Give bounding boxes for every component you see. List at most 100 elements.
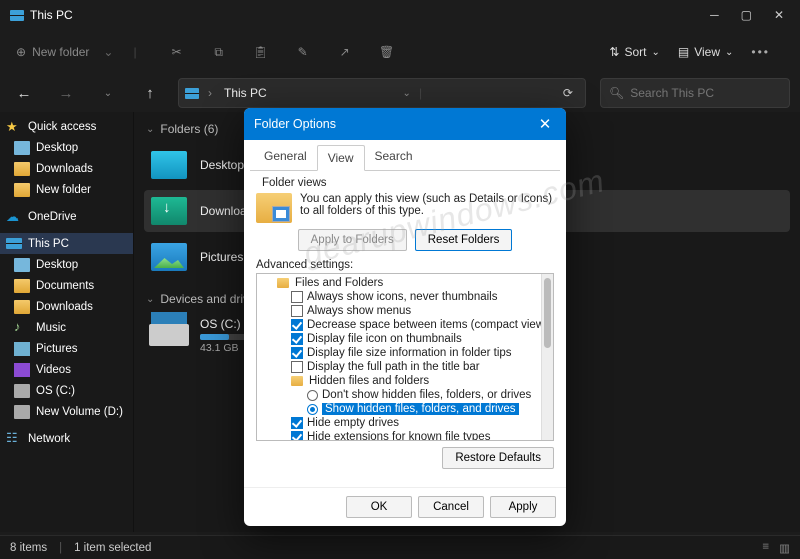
radio[interactable] (307, 390, 318, 401)
rename-icon[interactable]: ✎ (295, 44, 311, 60)
tab-view[interactable]: View (317, 145, 365, 171)
apply-button[interactable]: Apply (490, 496, 556, 518)
sidebar-item-downloads[interactable]: Downloads (0, 296, 133, 317)
checkbox[interactable] (291, 431, 303, 441)
details-view-icon[interactable]: ≡ (762, 541, 769, 555)
tree-label: Decrease space between items (compact vi… (307, 319, 548, 331)
address-bar[interactable]: › This PC ⌄ | ⟳ (178, 78, 586, 108)
maximize-icon[interactable]: ▢ (741, 8, 752, 22)
view-icon: ▤ (678, 45, 689, 59)
checkbox[interactable] (291, 417, 303, 429)
back-icon[interactable]: ← (10, 85, 38, 102)
tree-label: Always show menus (307, 305, 411, 317)
refresh-icon[interactable]: ⟳ (557, 86, 579, 100)
sidebar-item-label: New folder (36, 184, 91, 196)
checkbox[interactable] (291, 361, 303, 373)
sort-button[interactable]: ⇅ Sort ⌄ (609, 45, 659, 59)
search-input[interactable] (630, 86, 781, 100)
sidebar-item-this-pc[interactable]: This PC (0, 233, 133, 254)
sidebar-item-pictures[interactable]: Pictures (0, 338, 133, 359)
sidebar-item-drive-d[interactable]: New Volume (D:) (0, 401, 133, 422)
sidebar-item-label: Desktop (36, 142, 78, 154)
checkbox[interactable] (291, 305, 303, 317)
checkbox[interactable] (291, 291, 303, 303)
onedrive-icon: ☁ (6, 210, 22, 224)
forward-icon[interactable]: → (52, 85, 80, 102)
radio[interactable] (307, 404, 318, 415)
sidebar-item-documents[interactable]: Documents (0, 275, 133, 296)
sidebar-item-label: New Volume (D:) (36, 406, 123, 418)
sidebar-item-music[interactable]: ♪Music (0, 317, 133, 338)
tree-item[interactable]: Display file size information in folder … (261, 346, 551, 360)
restore-defaults-button[interactable]: Restore Defaults (442, 447, 554, 469)
tree-item[interactable]: Always show icons, never thumbnails (261, 290, 551, 304)
dialog-title: Folder Options (254, 117, 336, 131)
scrollbar[interactable] (541, 274, 553, 440)
close-icon[interactable]: ✕ (774, 8, 784, 22)
tree-item-radio[interactable]: Show hidden files, folders, and drives (261, 402, 551, 416)
view-button[interactable]: ▤ View ⌄ (678, 45, 734, 59)
recent-icon[interactable]: ⌄ (94, 88, 122, 99)
tree-item[interactable]: Hide extensions for known file types (261, 430, 551, 441)
sidebar-item-quick-access[interactable]: ★Quick access (0, 116, 133, 137)
sidebar-item-videos[interactable]: Videos (0, 359, 133, 380)
sidebar-item-network[interactable]: ☷Network (0, 428, 133, 449)
status-items: 8 items (10, 542, 47, 554)
delete-icon[interactable]: 🗑︎ (379, 44, 395, 60)
breadcrumb[interactable]: This PC (221, 86, 270, 100)
pc-icon (185, 88, 199, 99)
tree-node-hidden[interactable]: Hidden files and folders (261, 374, 551, 388)
chevron-down-icon: ⌄ (651, 47, 659, 58)
search-box[interactable]: 🔍︎ (600, 78, 790, 108)
sidebar-item-desktop[interactable]: Desktop (0, 137, 133, 158)
tree-item[interactable]: Hide empty drives (261, 416, 551, 430)
tile-label: Desktop (200, 158, 244, 172)
folder-icon (291, 376, 303, 386)
status-selected: 1 item selected (74, 542, 151, 554)
tree-item[interactable]: Decrease space between items (compact vi… (261, 318, 551, 332)
tree-item[interactable]: Display file icon on thumbnails (261, 332, 551, 346)
new-folder-button[interactable]: ⊕ New folder ⌄ (6, 40, 123, 64)
tree-item[interactable]: Always show menus (261, 304, 551, 318)
tree-label: Show hidden files, folders, and drives (322, 403, 519, 415)
sidebar-item-desktop[interactable]: Desktop (0, 254, 133, 275)
tree-item[interactable]: Display the full path in the title bar (261, 360, 551, 374)
cut-icon[interactable]: ✂ (169, 44, 185, 60)
drive-icon (14, 405, 30, 419)
checkbox[interactable] (291, 319, 303, 331)
minimize-icon[interactable]: ─ (710, 8, 719, 22)
chevron-down-icon[interactable]: ⌄ (403, 88, 411, 99)
chevron-down-icon: ⌄ (146, 294, 154, 305)
sidebar-item-onedrive[interactable]: ☁ OneDrive (0, 206, 133, 227)
paste-icon[interactable]: 📋︎ (253, 44, 269, 60)
sidebar-item-label: Downloads (36, 163, 93, 175)
tab-search[interactable]: Search (365, 144, 423, 170)
share-icon[interactable]: ↗ (337, 44, 353, 60)
advanced-settings-tree[interactable]: Files and Folders Always show icons, nev… (256, 273, 554, 441)
tree-node-files-folders[interactable]: Files and Folders (261, 276, 551, 290)
tree-item-radio[interactable]: Don't show hidden files, folders, or dri… (261, 388, 551, 402)
sidebar-item-drive-c[interactable]: OS (C:) (0, 380, 133, 401)
sidebar-item-downloads[interactable]: Downloads (0, 158, 133, 179)
close-icon[interactable]: ✕ (534, 115, 556, 133)
checkbox[interactable] (291, 347, 303, 359)
tiles-view-icon[interactable]: ▥ (779, 541, 790, 555)
checkbox[interactable] (291, 333, 303, 345)
network-icon: ☷ (6, 432, 22, 446)
folder-views-label: Folder views (256, 177, 554, 189)
dialog-titlebar: Folder Options ✕ (244, 108, 566, 140)
reset-folders-button[interactable]: Reset Folders (415, 229, 513, 251)
drive-icon (14, 384, 30, 398)
copy-icon[interactable]: ⧉ (211, 44, 227, 60)
tab-general[interactable]: General (254, 144, 317, 170)
more-icon[interactable]: ••• (751, 45, 770, 59)
chevron-right-icon: › (205, 86, 215, 100)
dialog-footer: OK Cancel Apply (244, 487, 566, 526)
sidebar-item-label: OneDrive (28, 211, 77, 223)
sidebar-item-new-folder[interactable]: New folder (0, 179, 133, 200)
ok-button[interactable]: OK (346, 496, 412, 518)
up-icon[interactable]: ↑ (136, 85, 164, 102)
cancel-button[interactable]: Cancel (418, 496, 484, 518)
section-label: Folders (6) (160, 122, 218, 136)
folder-icon (14, 162, 30, 176)
